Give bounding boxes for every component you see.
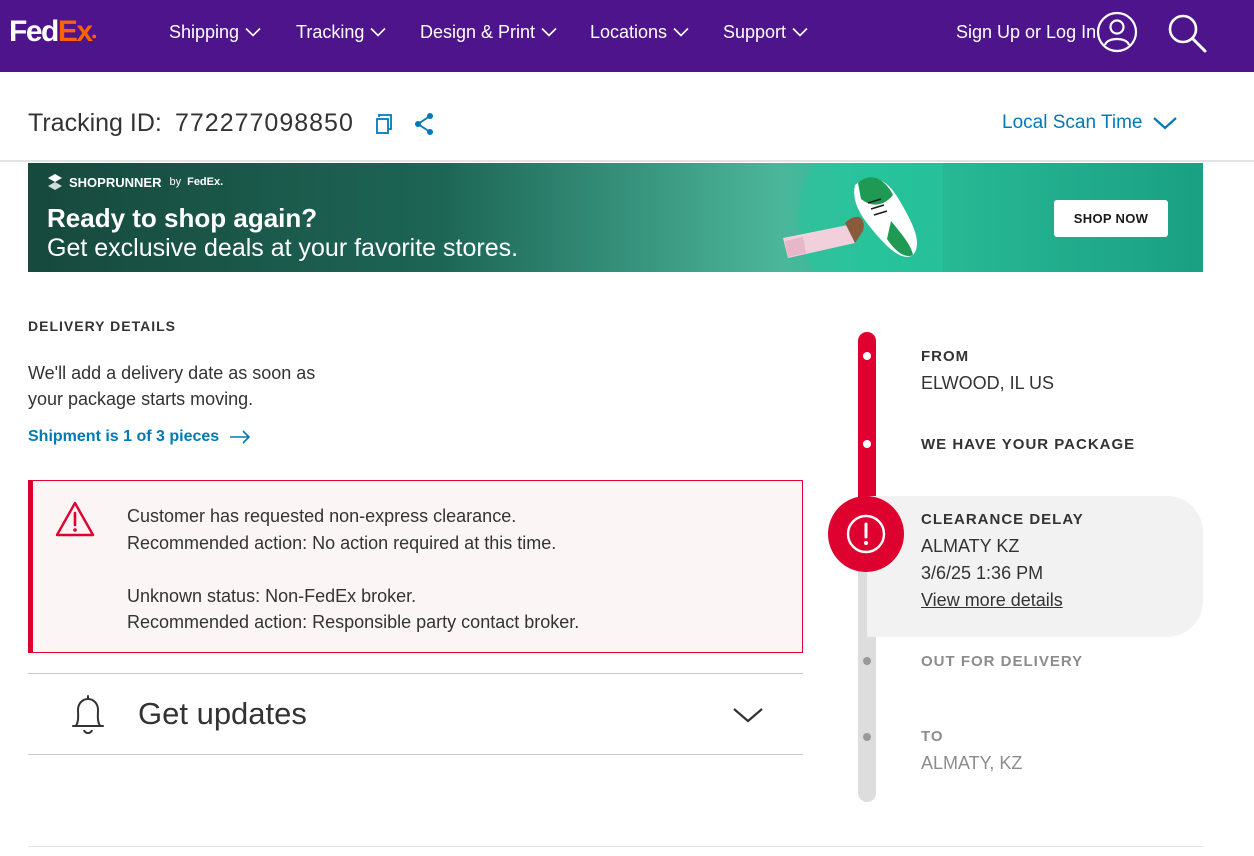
out-for-delivery-label: OUT FOR DELIVERY: [921, 653, 1084, 670]
nav-tracking-label: Tracking: [296, 21, 365, 42]
clearance-delay-marker: [828, 496, 904, 572]
timeline-dot-out-for-delivery: [863, 657, 871, 665]
chevron-down-icon: [541, 27, 557, 37]
copy-icon[interactable]: [374, 113, 394, 135]
timeline-dot-from: [863, 352, 871, 360]
shipment-link-label: Shipment is 1 of 3 pieces: [28, 428, 220, 445]
alert-line-4: Recommended action: Responsible party co…: [127, 612, 580, 632]
scan-time-label: Local Scan Time: [1002, 112, 1143, 133]
shoprunner-icon: [48, 174, 62, 190]
to-value: ALMATY, KZ: [921, 753, 1023, 773]
logo-fed: Fed: [9, 15, 59, 48]
sneaker-image: [783, 163, 943, 272]
user-icon[interactable]: [1096, 11, 1138, 53]
tracking-id-label: Tracking ID:: [28, 109, 162, 137]
timeline-dot-to: [863, 733, 871, 741]
picked-up-label: WE HAVE YOUR PACKAGE: [921, 436, 1136, 453]
exclamation-circle-icon: [846, 514, 886, 554]
from-value: ELWOOD, IL US: [921, 373, 1055, 393]
get-updates-label: Get updates: [138, 696, 307, 731]
get-updates-accordion[interactable]: Get updates: [28, 673, 803, 755]
timeline-dot-picked-up: [863, 440, 871, 448]
delivery-line-2: your package starts moving.: [28, 389, 254, 409]
shop-now-button[interactable]: SHOP NOW: [1054, 200, 1168, 237]
alert-line-2: Recommended action: No action required a…: [127, 532, 557, 553]
nav-design-print-label: Design & Print: [420, 21, 536, 42]
fedex-logo[interactable]: FedEx●: [9, 15, 97, 53]
shipment-pieces-link[interactable]: Shipment is 1 of 3 pieces: [28, 428, 251, 446]
alert-message: Customer has requested non-express clear…: [127, 503, 579, 636]
banner-by: by: [169, 176, 182, 188]
nav-support-label: Support: [723, 21, 787, 42]
alert-line-3: Unknown status: Non-FedEx broker.: [127, 585, 417, 606]
banner-headline: Ready to shop again?: [47, 203, 318, 233]
signin-link[interactable]: Sign Up or Log In: [956, 20, 1096, 44]
top-nav: FedEx● Shipping Tracking Design & Print …: [0, 0, 1254, 72]
shoprunner-banner[interactable]: SHOPRUNNER by FedEx. Ready to shop again…: [28, 163, 1203, 272]
arrow-right-icon: [230, 430, 251, 444]
chevron-down-icon: [1153, 117, 1178, 130]
bell-icon: [72, 695, 104, 734]
clearance-delay-label: CLEARANCE DELAY: [921, 511, 1084, 528]
tracking-number: 772277098850: [175, 109, 354, 137]
delivery-details-title: DELIVERY DETAILS: [28, 318, 176, 334]
banner-fedex: FedEx.: [187, 176, 224, 188]
current-location: ALMATY KZ: [921, 536, 1020, 556]
local-scan-time-dropdown[interactable]: Local Scan Time: [1002, 110, 1178, 136]
shoprunner-logo: SHOPRUNNER by FedEx.: [47, 173, 223, 191]
nav-shipping[interactable]: Shipping: [169, 20, 261, 44]
nav-locations[interactable]: Locations: [590, 20, 689, 44]
nav-design-print[interactable]: Design & Print: [420, 20, 557, 44]
to-label: TO: [921, 728, 944, 745]
warning-icon: [55, 501, 95, 537]
current-datetime: 3/6/25 1:36 PM: [921, 563, 1044, 583]
share-icon[interactable]: [413, 112, 435, 136]
chevron-down-icon: [370, 27, 386, 37]
view-more-details-link[interactable]: View more details: [921, 589, 1063, 611]
chevron-down-icon: [673, 27, 689, 37]
alert-spacer: [127, 556, 579, 583]
tracking-bar: Tracking ID: 772277098850 Local Scan Tim…: [0, 72, 1254, 162]
clearance-alert: Customer has requested non-express clear…: [28, 480, 803, 653]
nav-tracking[interactable]: Tracking: [296, 20, 386, 44]
chevron-down-icon: [792, 27, 808, 37]
search-icon[interactable]: [1165, 12, 1207, 54]
delivery-details-text: We'll add a delivery date as soon as you…: [28, 360, 348, 412]
delivery-line-1: We'll add a delivery date as soon as: [28, 363, 316, 383]
nav-locations-label: Locations: [590, 21, 668, 42]
nav-support[interactable]: Support: [723, 20, 808, 44]
banner-subline: Get exclusive deals at your favorite sto…: [47, 234, 519, 262]
registered-mark: ●: [91, 31, 97, 41]
alert-line-1: Customer has requested non-express clear…: [127, 506, 517, 526]
chevron-down-icon: [245, 27, 261, 37]
from-label: FROM: [921, 348, 970, 365]
chevron-down-icon: [733, 708, 763, 723]
logo-ex: Ex: [57, 15, 93, 48]
shoprunner-brand: SHOPRUNNER: [69, 174, 162, 190]
nav-shipping-label: Shipping: [169, 21, 240, 42]
divider: [28, 846, 1203, 847]
